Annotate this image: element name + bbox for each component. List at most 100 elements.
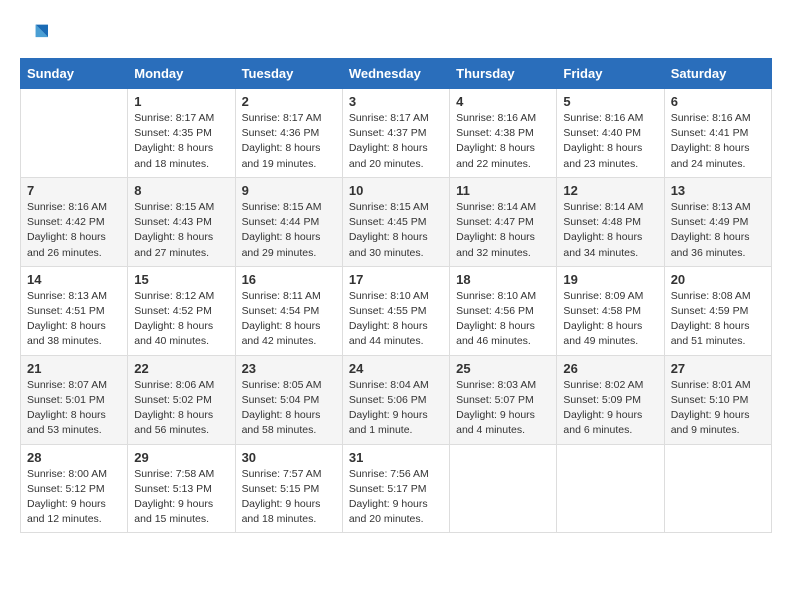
day-info: Sunrise: 8:01 AM Sunset: 5:10 PM Dayligh… xyxy=(671,378,765,439)
day-number: 9 xyxy=(242,183,336,198)
day-info: Sunrise: 8:09 AM Sunset: 4:58 PM Dayligh… xyxy=(563,289,657,350)
day-info: Sunrise: 8:12 AM Sunset: 4:52 PM Dayligh… xyxy=(134,289,228,350)
week-row-4: 21Sunrise: 8:07 AM Sunset: 5:01 PM Dayli… xyxy=(21,355,772,444)
day-number: 27 xyxy=(671,361,765,376)
day-number: 17 xyxy=(349,272,443,287)
day-number: 4 xyxy=(456,94,550,109)
day-number: 13 xyxy=(671,183,765,198)
day-info: Sunrise: 8:10 AM Sunset: 4:56 PM Dayligh… xyxy=(456,289,550,350)
day-info: Sunrise: 8:15 AM Sunset: 4:45 PM Dayligh… xyxy=(349,200,443,261)
calendar-cell: 16 Sunrise: 8:11 AM Sunset: 4:54 PM Dayli… xyxy=(235,266,342,355)
day-info: Sunrise: 8:08 AM Sunset: 4:59 PM Dayligh… xyxy=(671,289,765,350)
calendar-cell: 11 Sunrise: 8:14 AM Sunset: 4:47 PM Dayli… xyxy=(450,177,557,266)
calendar-cell: 17 Sunrise: 8:10 AM Sunset: 4:55 PM Dayli… xyxy=(342,266,449,355)
header-day-sunday: Sunday xyxy=(21,59,128,89)
day-number: 6 xyxy=(671,94,765,109)
day-info: Sunrise: 7:58 AM Sunset: 5:13 PM Dayligh… xyxy=(134,467,228,528)
day-number: 16 xyxy=(242,272,336,287)
calendar-cell xyxy=(664,444,771,533)
calendar-cell: 3 Sunrise: 8:17 AM Sunset: 4:37 PM Daylig… xyxy=(342,89,449,178)
day-number: 3 xyxy=(349,94,443,109)
logo xyxy=(20,20,52,48)
day-number: 21 xyxy=(27,361,121,376)
day-info: Sunrise: 8:10 AM Sunset: 4:55 PM Dayligh… xyxy=(349,289,443,350)
calendar-cell: 13 Sunrise: 8:13 AM Sunset: 4:49 PM Dayli… xyxy=(664,177,771,266)
day-number: 11 xyxy=(456,183,550,198)
day-number: 2 xyxy=(242,94,336,109)
calendar-cell: 6 Sunrise: 8:16 AM Sunset: 4:41 PM Daylig… xyxy=(664,89,771,178)
calendar-cell: 10Sunrise: 8:15 AM Sunset: 4:45 PM Dayli… xyxy=(342,177,449,266)
day-number: 8 xyxy=(134,183,228,198)
day-number: 22 xyxy=(134,361,228,376)
day-number: 14 xyxy=(27,272,121,287)
day-info: Sunrise: 8:00 AM Sunset: 5:12 PM Dayligh… xyxy=(27,467,121,528)
day-info: Sunrise: 8:17 AM Sunset: 4:36 PM Dayligh… xyxy=(242,111,336,172)
week-row-5: 28 Sunrise: 8:00 AM Sunset: 5:12 PM Dayli… xyxy=(21,444,772,533)
day-number: 26 xyxy=(563,361,657,376)
header-day-monday: Monday xyxy=(128,59,235,89)
day-number: 19 xyxy=(563,272,657,287)
calendar-cell: 27 Sunrise: 8:01 AM Sunset: 5:10 PM Dayli… xyxy=(664,355,771,444)
calendar-cell: 21Sunrise: 8:07 AM Sunset: 5:01 PM Dayli… xyxy=(21,355,128,444)
calendar-cell: 1Sunrise: 8:17 AM Sunset: 4:35 PM Daylig… xyxy=(128,89,235,178)
day-info: Sunrise: 8:13 AM Sunset: 4:51 PM Dayligh… xyxy=(27,289,121,350)
day-number: 5 xyxy=(563,94,657,109)
day-number: 29 xyxy=(134,450,228,465)
calendar-cell: 22 Sunrise: 8:06 AM Sunset: 5:02 PM Dayli… xyxy=(128,355,235,444)
calendar-cell xyxy=(21,89,128,178)
calendar-cell: 5Sunrise: 8:16 AM Sunset: 4:40 PM Daylig… xyxy=(557,89,664,178)
header-day-tuesday: Tuesday xyxy=(235,59,342,89)
calendar-cell: 31 Sunrise: 7:56 AM Sunset: 5:17 PM Dayli… xyxy=(342,444,449,533)
day-number: 31 xyxy=(349,450,443,465)
calendar-cell: 18Sunrise: 8:10 AM Sunset: 4:56 PM Dayli… xyxy=(450,266,557,355)
day-info: Sunrise: 8:02 AM Sunset: 5:09 PM Dayligh… xyxy=(563,378,657,439)
day-number: 25 xyxy=(456,361,550,376)
calendar-cell: 4 Sunrise: 8:16 AM Sunset: 4:38 PM Daylig… xyxy=(450,89,557,178)
calendar-cell: 12 Sunrise: 8:14 AM Sunset: 4:48 PM Dayli… xyxy=(557,177,664,266)
header-day-wednesday: Wednesday xyxy=(342,59,449,89)
day-number: 23 xyxy=(242,361,336,376)
calendar-cell: 15Sunrise: 8:12 AM Sunset: 4:52 PM Dayli… xyxy=(128,266,235,355)
header-day-thursday: Thursday xyxy=(450,59,557,89)
calendar-cell: 19 Sunrise: 8:09 AM Sunset: 4:58 PM Dayli… xyxy=(557,266,664,355)
calendar-table: SundayMondayTuesdayWednesdayThursdayFrid… xyxy=(20,58,772,533)
day-number: 7 xyxy=(27,183,121,198)
calendar-cell: 26 Sunrise: 8:02 AM Sunset: 5:09 PM Dayli… xyxy=(557,355,664,444)
calendar-cell: 30Sunrise: 7:57 AM Sunset: 5:15 PM Dayli… xyxy=(235,444,342,533)
day-number: 24 xyxy=(349,361,443,376)
calendar-cell: 8 Sunrise: 8:15 AM Sunset: 4:43 PM Daylig… xyxy=(128,177,235,266)
day-info: Sunrise: 8:16 AM Sunset: 4:42 PM Dayligh… xyxy=(27,200,121,261)
day-info: Sunrise: 8:14 AM Sunset: 4:48 PM Dayligh… xyxy=(563,200,657,261)
day-info: Sunrise: 8:06 AM Sunset: 5:02 PM Dayligh… xyxy=(134,378,228,439)
day-info: Sunrise: 8:04 AM Sunset: 5:06 PM Dayligh… xyxy=(349,378,443,439)
calendar-cell: 25Sunrise: 8:03 AM Sunset: 5:07 PM Dayli… xyxy=(450,355,557,444)
day-info: Sunrise: 8:17 AM Sunset: 4:37 PM Dayligh… xyxy=(349,111,443,172)
day-number: 12 xyxy=(563,183,657,198)
day-info: Sunrise: 8:15 AM Sunset: 4:43 PM Dayligh… xyxy=(134,200,228,261)
calendar-header-row: SundayMondayTuesdayWednesdayThursdayFrid… xyxy=(21,59,772,89)
day-info: Sunrise: 8:16 AM Sunset: 4:38 PM Dayligh… xyxy=(456,111,550,172)
calendar-cell: 28 Sunrise: 8:00 AM Sunset: 5:12 PM Dayli… xyxy=(21,444,128,533)
calendar-cell xyxy=(557,444,664,533)
calendar-cell: 20 Sunrise: 8:08 AM Sunset: 4:59 PM Dayli… xyxy=(664,266,771,355)
logo-icon xyxy=(20,20,48,48)
calendar-cell: 2 Sunrise: 8:17 AM Sunset: 4:36 PM Daylig… xyxy=(235,89,342,178)
day-info: Sunrise: 8:14 AM Sunset: 4:47 PM Dayligh… xyxy=(456,200,550,261)
day-info: Sunrise: 8:13 AM Sunset: 4:49 PM Dayligh… xyxy=(671,200,765,261)
week-row-1: 1Sunrise: 8:17 AM Sunset: 4:35 PM Daylig… xyxy=(21,89,772,178)
day-number: 30 xyxy=(242,450,336,465)
calendar-cell: 7 Sunrise: 8:16 AM Sunset: 4:42 PM Daylig… xyxy=(21,177,128,266)
week-row-2: 7 Sunrise: 8:16 AM Sunset: 4:42 PM Daylig… xyxy=(21,177,772,266)
day-info: Sunrise: 7:56 AM Sunset: 5:17 PM Dayligh… xyxy=(349,467,443,528)
day-info: Sunrise: 8:15 AM Sunset: 4:44 PM Dayligh… xyxy=(242,200,336,261)
day-number: 28 xyxy=(27,450,121,465)
page-header xyxy=(20,20,772,48)
calendar-cell xyxy=(450,444,557,533)
day-info: Sunrise: 8:16 AM Sunset: 4:41 PM Dayligh… xyxy=(671,111,765,172)
day-number: 20 xyxy=(671,272,765,287)
calendar-cell: 24 Sunrise: 8:04 AM Sunset: 5:06 PM Dayli… xyxy=(342,355,449,444)
day-info: Sunrise: 8:05 AM Sunset: 5:04 PM Dayligh… xyxy=(242,378,336,439)
day-info: Sunrise: 8:11 AM Sunset: 4:54 PM Dayligh… xyxy=(242,289,336,350)
week-row-3: 14 Sunrise: 8:13 AM Sunset: 4:51 PM Dayli… xyxy=(21,266,772,355)
calendar-cell: 9 Sunrise: 8:15 AM Sunset: 4:44 PM Daylig… xyxy=(235,177,342,266)
